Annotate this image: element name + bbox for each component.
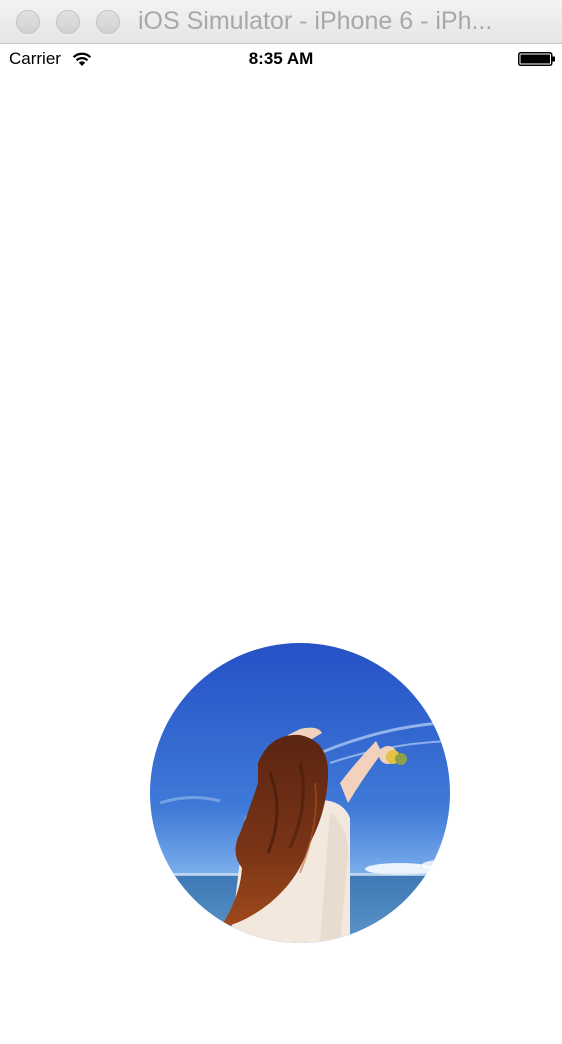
app-content (0, 74, 562, 1044)
ios-status-bar: Carrier 8:35 AM (0, 44, 562, 74)
window-titlebar: iOS Simulator - iPhone 6 - iPh... (0, 0, 562, 44)
simulator-window: iOS Simulator - iPhone 6 - iPh... Carrie… (0, 0, 562, 1044)
status-time: 8:35 AM (248, 49, 314, 68)
avatar-image (150, 643, 450, 943)
battery-icon (518, 52, 555, 66)
minimize-window-button[interactable] (56, 10, 80, 34)
close-window-button[interactable] (16, 10, 40, 34)
zoom-window-button[interactable] (96, 10, 120, 34)
window-title: iOS Simulator - iPhone 6 - iPh... (138, 7, 493, 35)
